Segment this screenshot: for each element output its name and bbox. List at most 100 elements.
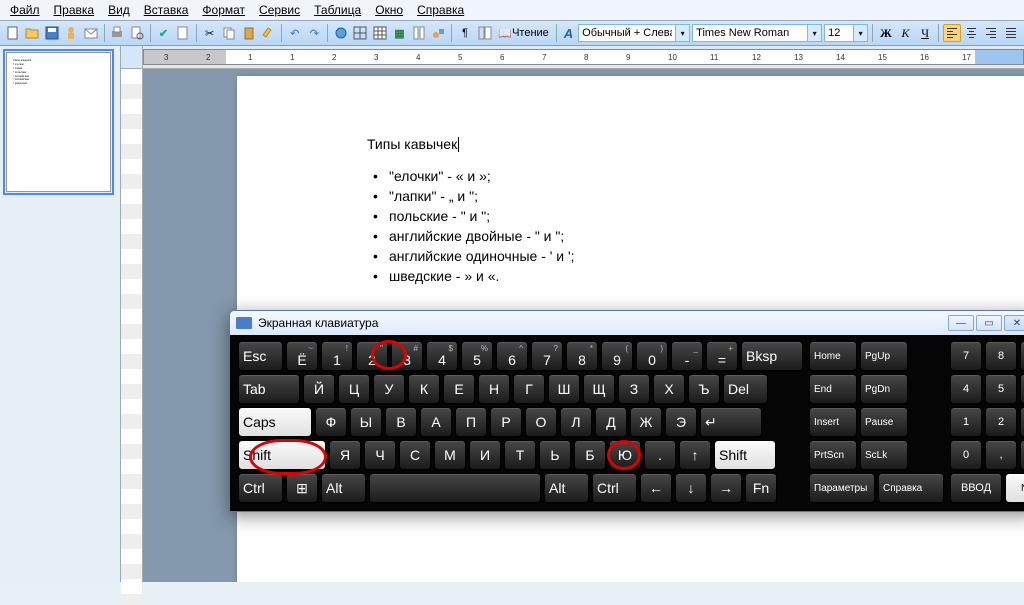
excel-icon[interactable]: ▦ (391, 24, 409, 42)
key--[interactable]: _- (671, 341, 703, 371)
style-combo[interactable]: ▾ (578, 24, 690, 42)
key-home[interactable]: Home (809, 341, 857, 371)
osk-titlebar[interactable]: Экранная клавиатура — ▭ ✕ (230, 311, 1024, 335)
key-→[interactable]: → (710, 473, 742, 503)
key-м[interactable]: М (434, 440, 466, 470)
numpad-6[interactable]: 6 (1020, 374, 1024, 404)
open-icon[interactable] (24, 24, 42, 42)
key-2[interactable]: "2 (356, 341, 388, 371)
menu-format[interactable]: Формат (202, 3, 245, 17)
key-9[interactable]: (9 (601, 341, 633, 371)
key-⊞[interactable]: ⊞ (286, 473, 318, 503)
key-3[interactable]: #3 (391, 341, 423, 371)
numpad-enter[interactable]: ВВОД (950, 473, 1002, 503)
insert-table-icon[interactable] (371, 24, 389, 42)
horizontal-ruler[interactable]: 3211234567891011121314151617 (143, 46, 1024, 69)
reading-layout-button[interactable]: 📖 Чтение (495, 27, 551, 40)
menu-edit[interactable]: Правка (54, 3, 95, 17)
close-button[interactable]: ✕ (1004, 315, 1024, 331)
hyperlink-icon[interactable] (332, 24, 350, 42)
key-я[interactable]: Я (329, 440, 361, 470)
underline-button[interactable]: Ч (916, 24, 934, 42)
numpad-,[interactable]: , (985, 440, 1017, 470)
undo-icon[interactable]: ↶ (286, 24, 304, 42)
key-т[interactable]: Т (504, 440, 536, 470)
key-pgup[interactable]: PgUp (860, 341, 908, 371)
numpad-0[interactable]: 0 (950, 440, 982, 470)
key-ь[interactable]: Ь (539, 440, 571, 470)
key-справка[interactable]: Справка (878, 473, 944, 503)
key-э[interactable]: Э (665, 407, 697, 437)
key-ъ[interactable]: Ъ (688, 374, 720, 404)
key-esc[interactable]: Esc (238, 341, 283, 371)
font-dropdown-button[interactable]: ▾ (808, 24, 822, 42)
show-formatting-icon[interactable]: ¶ (456, 24, 474, 42)
tables-borders-icon[interactable] (352, 24, 370, 42)
align-center-button[interactable] (963, 24, 981, 42)
key-л[interactable]: Л (560, 407, 592, 437)
key-щ[interactable]: Щ (583, 374, 615, 404)
key-4[interactable]: $4 (426, 341, 458, 371)
key-.[interactable]: . (644, 440, 676, 470)
key-pgdn[interactable]: PgDn (860, 374, 908, 404)
key-5[interactable]: %5 (461, 341, 493, 371)
key-↓[interactable]: ↓ (675, 473, 707, 503)
paste-icon[interactable] (240, 24, 258, 42)
research-icon[interactable] (174, 24, 192, 42)
size-input[interactable] (824, 24, 854, 42)
key-с[interactable]: С (399, 440, 431, 470)
key-ctrl[interactable]: Ctrl (238, 473, 283, 503)
key-а[interactable]: А (420, 407, 452, 437)
font-combo[interactable]: ▾ (692, 24, 822, 42)
key-х[interactable]: Х (653, 374, 685, 404)
key-з[interactable]: З (618, 374, 650, 404)
doc-map-icon[interactable] (476, 24, 494, 42)
numpad-1[interactable]: 1 (950, 407, 982, 437)
italic-button[interactable]: К (897, 24, 915, 42)
key-и[interactable]: И (469, 440, 501, 470)
key-sclk[interactable]: ScLk (860, 440, 908, 470)
menu-help[interactable]: Справка (417, 3, 464, 17)
key-alt[interactable]: Alt (321, 473, 366, 503)
key-ctrl[interactable]: Ctrl (592, 473, 637, 503)
menu-insert[interactable]: Вставка (144, 3, 189, 17)
font-input[interactable] (692, 24, 808, 42)
size-combo[interactable]: ▾ (824, 24, 868, 42)
new-doc-icon[interactable] (4, 24, 22, 42)
numpad-4[interactable]: 4 (950, 374, 982, 404)
key-ю[interactable]: Ю (609, 440, 641, 470)
permission-icon[interactable] (63, 24, 81, 42)
key-caps[interactable]: Caps (238, 407, 312, 437)
menu-table[interactable]: Таблица (314, 3, 361, 17)
maximize-button[interactable]: ▭ (976, 315, 1002, 331)
key-↵[interactable]: ↵ (700, 407, 762, 437)
key-6[interactable]: ^6 (496, 341, 528, 371)
key-end[interactable]: End (809, 374, 857, 404)
key-в[interactable]: В (385, 407, 417, 437)
vertical-ruler[interactable] (121, 46, 143, 582)
key-pause[interactable]: Pause (860, 407, 908, 437)
align-right-button[interactable] (982, 24, 1000, 42)
page-thumbnail[interactable]: Типы кавычек• елочки• лапки• польские• а… (6, 52, 111, 192)
menu-tools[interactable]: Сервис (259, 3, 300, 17)
key-к[interactable]: К (408, 374, 440, 404)
spellcheck-icon[interactable]: ✔ (155, 24, 173, 42)
key-bksp[interactable]: Bksp (741, 341, 803, 371)
numlock-key[interactable]: NUMLOCK (1005, 473, 1024, 503)
numpad-3[interactable]: 3 (1020, 407, 1024, 437)
key-р[interactable]: Р (490, 407, 522, 437)
key-←[interactable]: ← (640, 473, 672, 503)
key-↑[interactable]: ↑ (679, 440, 711, 470)
key-shift[interactable]: Shift (238, 440, 326, 470)
key-1[interactable]: !1 (321, 341, 353, 371)
numpad-7[interactable]: 7 (950, 341, 982, 371)
cut-icon[interactable]: ✂ (201, 24, 219, 42)
key-del[interactable]: Del (723, 374, 768, 404)
menu-view[interactable]: Вид (108, 3, 130, 17)
key-8[interactable]: *8 (566, 341, 598, 371)
align-justify-button[interactable] (1002, 24, 1020, 42)
print-icon[interactable] (109, 24, 127, 42)
key-fn[interactable]: Fn (745, 473, 777, 503)
key-tab[interactable]: Tab (238, 374, 300, 404)
mail-icon[interactable] (82, 24, 100, 42)
